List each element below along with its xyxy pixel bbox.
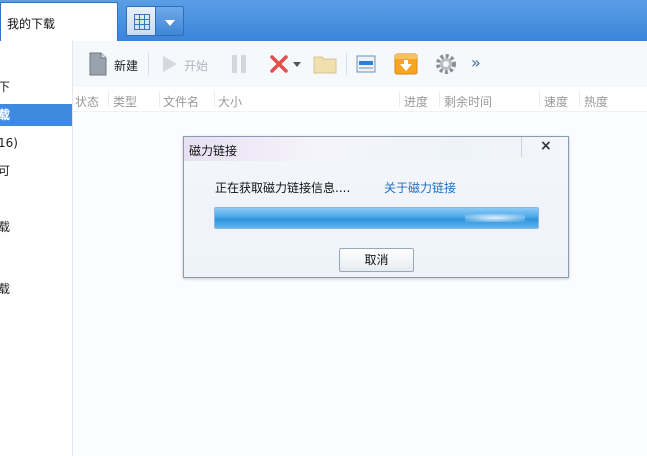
sidebar: 下 载 16) 可 载 载 [0,41,73,456]
sidebar-item-label: 可 [0,164,11,178]
toolbar-divider [148,53,149,75]
column-filename[interactable]: 文件名 [163,93,199,110]
grid-icon [134,14,150,30]
delete-icon[interactable] [269,51,291,77]
new-button[interactable]: 新建 [114,57,138,74]
download-box-icon[interactable] [394,51,418,77]
sidebar-item-5[interactable]: 载 [0,216,72,238]
sidebar-item-label: 16) [0,136,18,150]
dialog-message: 正在获取磁力链接信息.... [215,181,351,195]
start-button[interactable]: 开始 [184,57,208,74]
column-type[interactable]: 类型 [113,93,137,110]
cancel-button[interactable]: 取消 [339,248,414,272]
column-divider [399,91,400,107]
column-remaining[interactable]: 剩余时间 [444,93,492,110]
sidebar-item-label: 载 [0,282,11,296]
column-divider [159,91,160,107]
progress-shine [465,214,525,222]
gear-icon[interactable] [434,51,458,77]
column-divider [579,91,580,107]
sidebar-item-3[interactable]: 16) [0,132,72,154]
progress-bar [214,207,539,229]
sidebar-item-6[interactable]: 载 [0,278,72,300]
tab-my-downloads[interactable]: 我的下载 [0,2,118,41]
magnet-link-dialog: 磁力链接 × 正在获取磁力链接信息.... 关于磁力链接 取消 [183,136,569,278]
column-speed[interactable]: 速度 [544,93,568,110]
column-divider [108,91,109,107]
new-file-icon[interactable] [89,51,107,77]
sidebar-item-1[interactable]: 下 [0,76,72,98]
grid-view-button[interactable] [126,6,156,36]
toolbar: 新建 开始 » [73,41,647,87]
sidebar-item-2[interactable]: 载 [0,104,72,126]
chevron-down-icon [165,20,175,26]
folder-icon[interactable] [313,51,337,77]
pause-icon[interactable] [231,51,247,77]
dialog-title: 磁力链接 [189,144,238,158]
column-heat[interactable]: 热度 [584,93,608,110]
more-button[interactable]: » [471,53,481,72]
close-icon: × [540,138,552,154]
toolbar-divider [346,53,347,75]
column-divider [539,91,540,107]
dialog-titlebar[interactable]: 磁力链接 × [184,137,568,161]
sidebar-item-label: 下 [0,80,11,94]
chevron-down-icon[interactable] [293,62,301,68]
column-divider [439,91,440,107]
dialog-close-button[interactable]: × [521,137,567,157]
task-list-header: 状态 类型 文件名 大小 进度 剩余时间 速度 热度 [73,87,647,112]
column-divider [214,91,215,107]
view-dropdown-button[interactable] [156,6,184,36]
column-status[interactable]: 状态 [75,93,99,110]
tab-my-downloads-label: 我的下载 [7,17,56,31]
play-icon[interactable] [161,51,179,77]
about-magnet-link[interactable]: 关于磁力链接 [384,179,456,196]
sidebar-item-label: 载 [0,108,11,122]
top-tab-bar: 我的下载 [0,0,647,41]
column-size[interactable]: 大小 [218,93,242,110]
sidebar-item-label: 载 [0,220,11,234]
column-progress[interactable]: 进度 [404,93,428,110]
sidebar-item-4[interactable]: 可 [0,160,72,182]
task-list-icon[interactable] [356,51,376,77]
